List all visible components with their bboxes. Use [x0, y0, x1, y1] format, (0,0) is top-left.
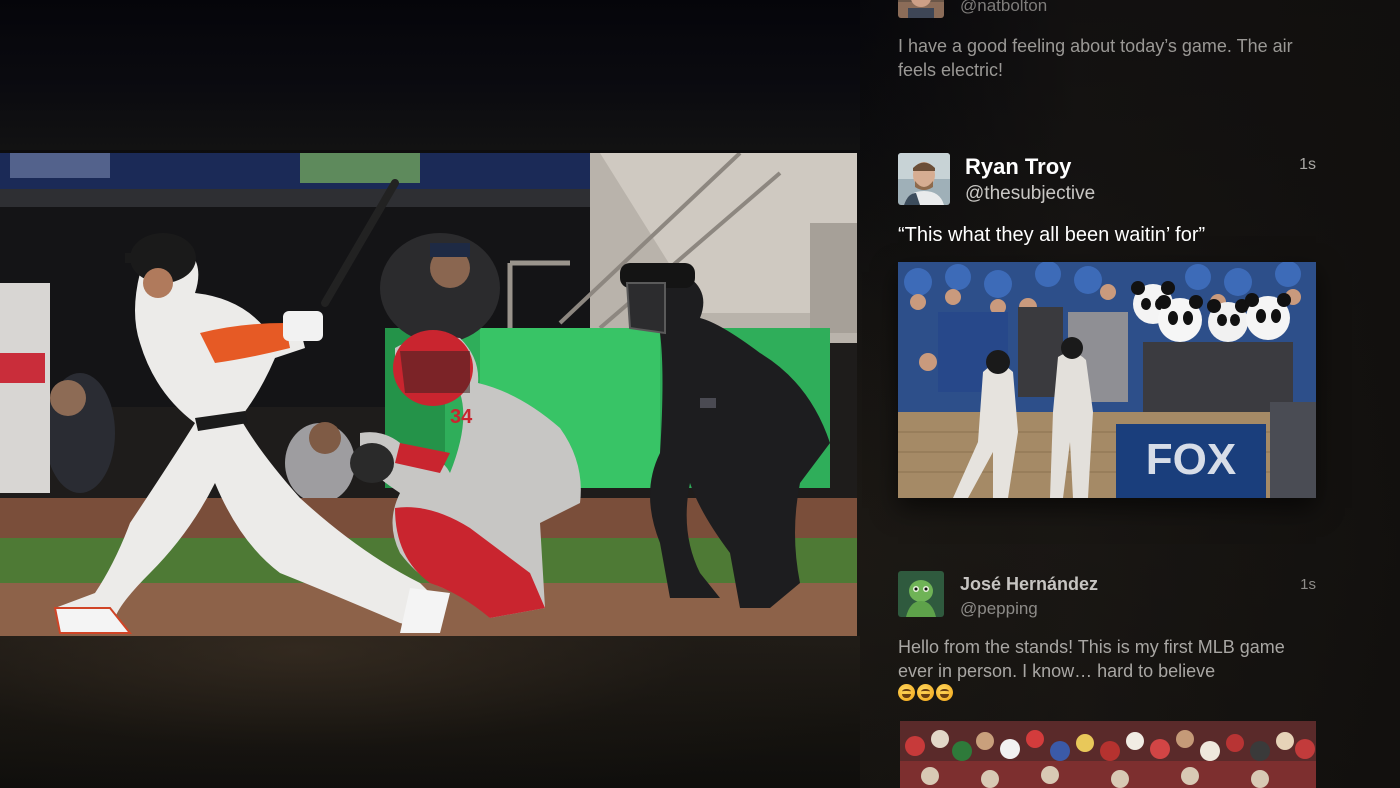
- user-name[interactable]: Ryan Troy: [965, 154, 1071, 180]
- user-avatar[interactable]: [898, 571, 944, 617]
- app-root: 34 @natbolton I have a good feeling abou…: [0, 0, 1400, 788]
- baseball-game-photo: 34: [0, 153, 857, 636]
- post-text: Hello from the stands! This is my first …: [898, 637, 1285, 681]
- background-blur-top: [0, 0, 860, 150]
- emoji-row: [898, 684, 953, 704]
- post-timestamp: 1s: [1299, 156, 1316, 173]
- grinning-sweat-emoji-icon: [917, 684, 934, 701]
- main-video-frame[interactable]: 34: [0, 153, 857, 636]
- user-handle[interactable]: @natbolton: [960, 0, 1047, 16]
- post-timestamp: 1s: [1300, 576, 1316, 593]
- social-feed-panel[interactable]: @natbolton I have a good feeling about t…: [860, 0, 1400, 788]
- grinning-sweat-emoji-icon: [898, 684, 915, 701]
- squinting-tongue-emoji-icon: [936, 684, 953, 701]
- feed-post-focused[interactable]: Ryan Troy @thesubjective 1s “This what t…: [898, 153, 1316, 503]
- user-avatar[interactable]: [898, 0, 944, 18]
- post-image[interactable]: FOX: [898, 262, 1316, 498]
- stadium-crowd-photo: [900, 721, 1316, 788]
- fox-logo-text: FOX: [1146, 435, 1236, 484]
- user-name[interactable]: José Hernández: [960, 574, 1098, 595]
- user-handle[interactable]: @thesubjective: [965, 183, 1095, 205]
- user-handle[interactable]: @pepping: [960, 599, 1038, 619]
- crowd-with-panda-masks-photo: FOX: [898, 262, 1316, 498]
- feed-post[interactable]: @natbolton I have a good feeling about t…: [898, 0, 1316, 88]
- feed-post[interactable]: José Hernández @pepping 1s Hello from th…: [898, 571, 1316, 788]
- post-text: “This what they all been waitin’ for”: [898, 224, 1206, 246]
- user-avatar[interactable]: [898, 153, 950, 205]
- post-image[interactable]: [900, 721, 1316, 788]
- background-blur-bottom: [0, 636, 860, 788]
- svg-text:34: 34: [450, 406, 473, 428]
- post-text: I have a good feeling about today’s game…: [898, 36, 1293, 80]
